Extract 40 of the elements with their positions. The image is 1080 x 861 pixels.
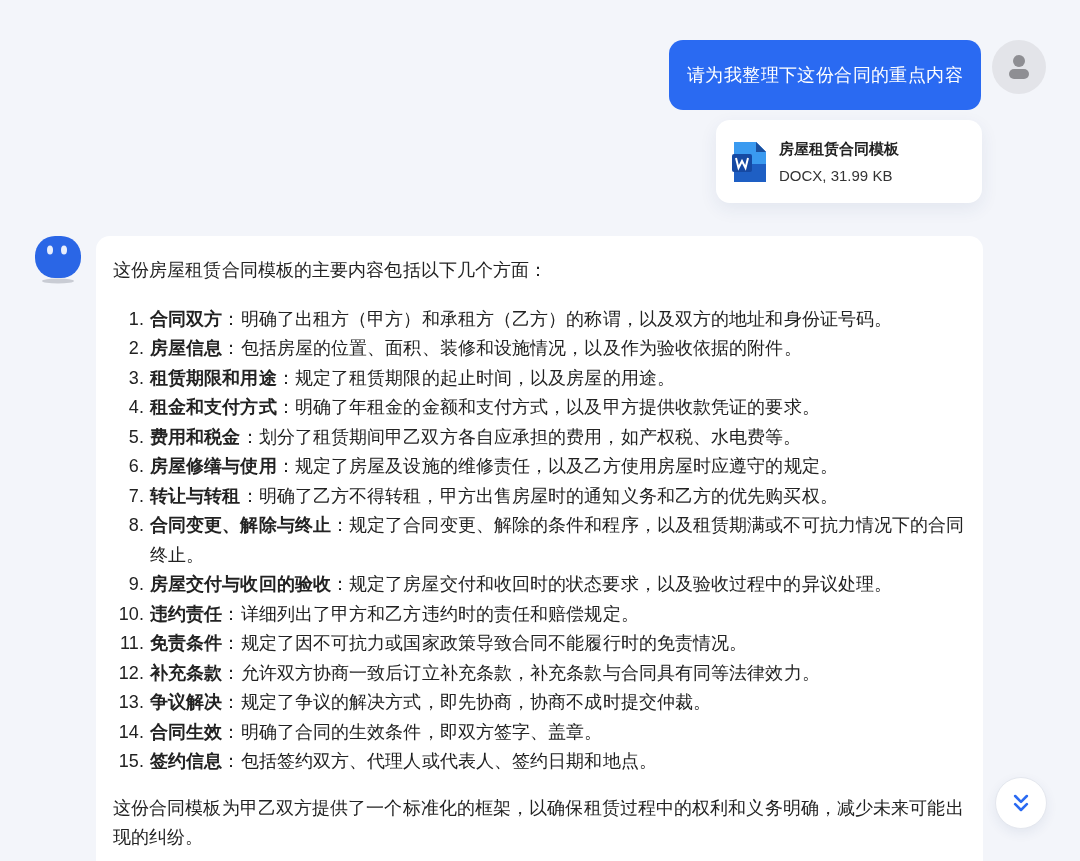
robot-avatar-icon xyxy=(35,236,81,284)
list-number: 1. xyxy=(127,307,145,331)
conclusion-text: 这份合同模板为甲乙双方提供了一个标准化的框架，以确保租赁过程中的权利和义务明确，减少未来可能出现的纠纷。 xyxy=(113,796,965,849)
list-item-text: 房屋交付与收回的验收：规定了房屋交付和收回时的状态要求，以及验收过程中的异议处理。 xyxy=(150,573,894,596)
list-item-text: 租赁期限和用途：规定了租赁期限的起止时间，以及房屋的用途。 xyxy=(150,366,676,390)
scroll-down-button[interactable] xyxy=(995,777,1047,829)
user-message: 请为我整理下这份合同的重点内容 xyxy=(669,40,981,110)
intro-text: 这份房屋租赁合同模板的主要内容包括以下几个方面： xyxy=(113,259,549,282)
list-number: 13. xyxy=(117,691,145,714)
list-item-text: 补充条款：允许双方协商一致后订立补充条款，补充条款与合同具有同等法律效力。 xyxy=(150,661,821,685)
list-number: 7. xyxy=(127,484,145,508)
list-number: 9. xyxy=(127,573,145,596)
file-attachment-card[interactable]: 房屋租赁合同模板 DOCX, 31.99 KB xyxy=(716,120,982,203)
list-item-text: 合同生效：明确了合同的生效条件，即双方签字、盖章。 xyxy=(150,720,604,744)
list-item-text: 费用和税金：划分了租赁期间甲乙双方各自应承担的费用，如产权税、水电费等。 xyxy=(150,425,803,449)
list-number: 15. xyxy=(117,750,145,773)
list-item-text: 签约信息：包括签约双方、代理人或代表人、签约日期和地点。 xyxy=(150,750,658,773)
list-number: 8. xyxy=(127,514,145,537)
list-number: 5. xyxy=(127,425,145,449)
file-name: 房屋租赁合同模板 xyxy=(779,139,899,159)
word-document-icon xyxy=(732,141,766,182)
list-number: 12. xyxy=(117,661,145,685)
list-item-text: 合同变更、解除与终止：规定了合同变更、解除的条件和程序，以及租赁期满或不可抗力情况下的合同终止。 xyxy=(150,514,966,567)
list-item-text: 转让与转租：明确了乙方不得转租，甲方出售房屋时的通知义务和乙方的优先购买权。 xyxy=(150,484,839,508)
file-meta: DOCX, 31.99 KB xyxy=(779,166,894,184)
person-icon xyxy=(1008,54,1030,80)
list-item-text: 租金和支付方式：明确了年租金的金额和支付方式，以及甲方提供收款凭证的要求。 xyxy=(150,396,821,419)
list-item-text: 合同双方：明确了出租方（甲方）和承租方（乙方）的称谓，以及双方的地址和身份证号码。 xyxy=(150,307,894,331)
list-number: 11. xyxy=(119,632,145,655)
list-number: 4. xyxy=(127,396,145,419)
list-item-text: 免责条件：规定了因不可抗力或国家政策导致合同不能履行时的免责情况。 xyxy=(150,632,749,655)
list-item-text: 争议解决：规定了争议的解决方式，即先协商，协商不成时提交仲裁。 xyxy=(150,691,713,714)
list-item-text: 违约责任：详细列出了甲方和乙方违约时的责任和赔偿规定。 xyxy=(150,602,640,626)
list-number: 3. xyxy=(127,366,145,390)
list-number: 2. xyxy=(127,337,145,360)
list-number: 10. xyxy=(117,602,145,626)
list-item-text: 房屋信息：包括房屋的位置、面积、装修和设施情况，以及作为验收依据的附件。 xyxy=(150,337,803,360)
list-item-text: 房屋修缮与使用：规定了房屋及设施的维修责任，以及乙方使用房屋时应遵守的规定。 xyxy=(150,455,839,478)
list-number: 14. xyxy=(117,720,145,744)
list-number: 6. xyxy=(127,455,145,478)
